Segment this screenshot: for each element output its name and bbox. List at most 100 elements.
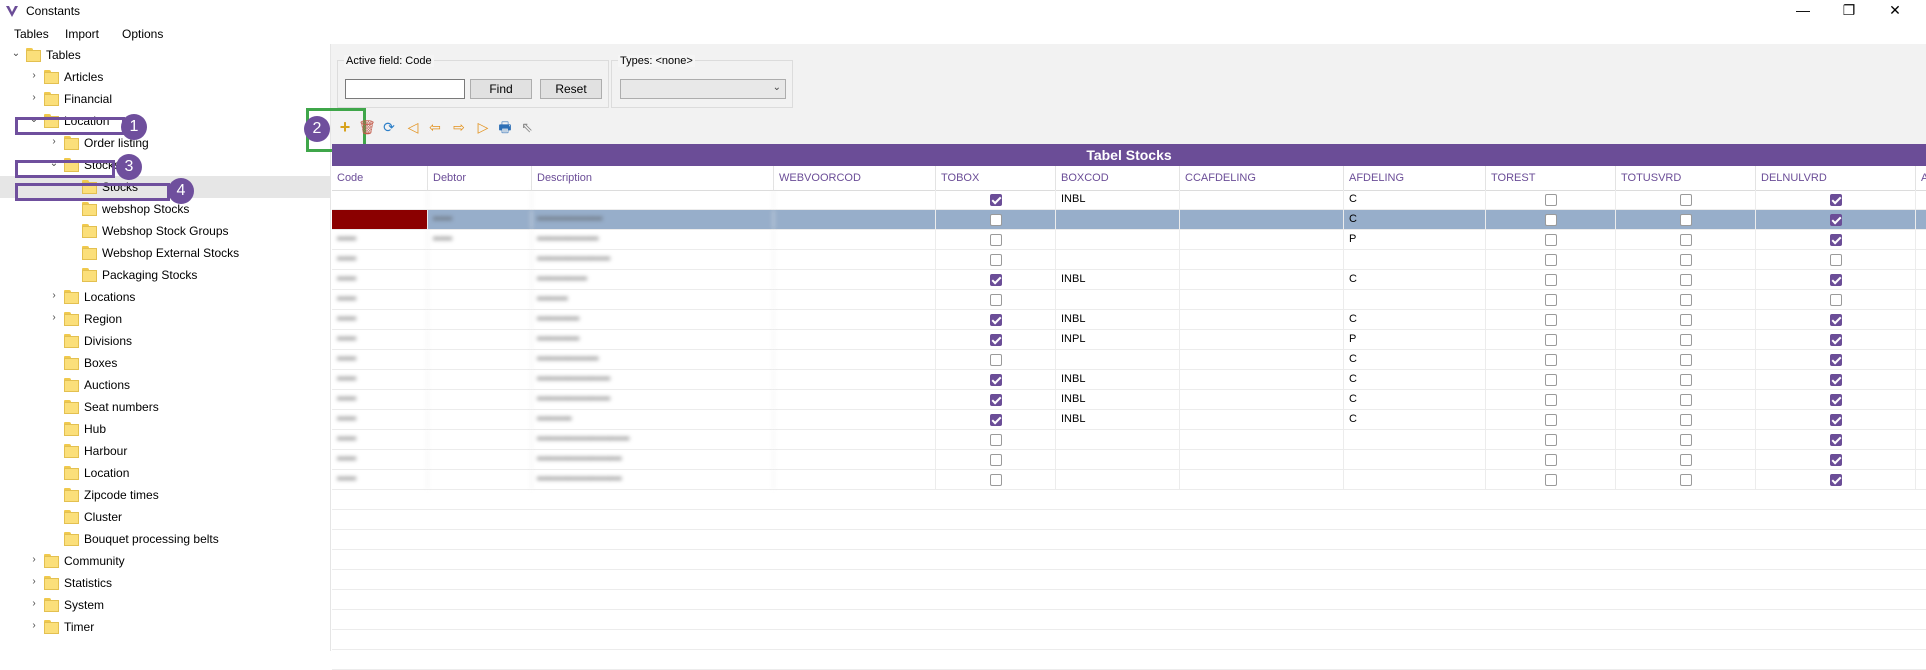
- grid-cell[interactable]: [428, 470, 532, 489]
- grid-cell[interactable]: •••••: [332, 330, 428, 349]
- grid-cell[interactable]: INBL: [1056, 310, 1180, 329]
- grid-cell[interactable]: INPL: [1056, 330, 1180, 349]
- grid-cell[interactable]: [1344, 250, 1486, 269]
- checkbox[interactable]: [1545, 474, 1557, 486]
- tree-item[interactable]: › Statistics: [0, 572, 330, 594]
- menu-tables[interactable]: Tables: [14, 27, 49, 41]
- grid-cell[interactable]: •••••••••••••••••••: [532, 390, 774, 409]
- grid-cell[interactable]: [1180, 290, 1344, 309]
- grid-cell[interactable]: ••••••••••••••••: [532, 230, 774, 249]
- checkbox[interactable]: [990, 254, 1002, 266]
- table-row[interactable]: ••••• •••••••••••••••••••: [332, 250, 1926, 270]
- checkbox[interactable]: [1680, 294, 1692, 306]
- table-row[interactable]: INBL C: [332, 190, 1926, 210]
- grid-cell[interactable]: [428, 310, 532, 329]
- grid-cell[interactable]: ••••••••••••••••••••••••: [532, 430, 774, 449]
- tree-item[interactable]: Packaging Stocks: [0, 264, 330, 286]
- checkbox[interactable]: [990, 294, 1002, 306]
- grid-cell[interactable]: C: [1344, 370, 1486, 389]
- delete-icon[interactable]: 🗑: [358, 118, 376, 136]
- grid-cell[interactable]: [774, 410, 936, 429]
- grid-cell[interactable]: [1180, 210, 1344, 229]
- grid-cell[interactable]: •••••: [332, 210, 428, 229]
- column-header[interactable]: Debtor: [428, 166, 532, 190]
- grid-cell[interactable]: •••••••••••: [532, 310, 774, 329]
- grid-cell[interactable]: •••••••••••••••••••: [532, 370, 774, 389]
- grid-cell[interactable]: [1056, 290, 1180, 309]
- grid-cell[interactable]: [1180, 330, 1344, 349]
- column-header[interactable]: Description: [532, 166, 774, 190]
- grid-cell[interactable]: [1180, 370, 1344, 389]
- tree-item[interactable]: Harbour: [0, 440, 330, 462]
- grid-cell[interactable]: C: [1344, 310, 1486, 329]
- checkbox[interactable]: [1545, 234, 1557, 246]
- grid-cell[interactable]: •••••: [332, 230, 428, 249]
- tree-item[interactable]: Auctions: [0, 374, 330, 396]
- grid-cell[interactable]: •••••••••: [532, 410, 774, 429]
- tree-item[interactable]: Location: [0, 462, 330, 484]
- checkbox[interactable]: [990, 414, 1002, 426]
- chevron-right-icon[interactable]: ›: [28, 598, 40, 610]
- grid-cell[interactable]: [1344, 450, 1486, 469]
- checkbox[interactable]: [990, 354, 1002, 366]
- checkbox[interactable]: [990, 274, 1002, 286]
- prev-icon[interactable]: ⇦: [426, 118, 444, 136]
- checkbox[interactable]: [1680, 474, 1692, 486]
- grid-cell[interactable]: [774, 450, 936, 469]
- checkbox[interactable]: [1830, 414, 1842, 426]
- grid-cell[interactable]: [1180, 350, 1344, 369]
- tree-item[interactable]: › Order listing: [0, 132, 330, 154]
- grid-cell[interactable]: [1180, 390, 1344, 409]
- menu-options[interactable]: Options: [122, 27, 163, 41]
- table-row[interactable]: ••••• ••••••••••••••••••••••••: [332, 430, 1926, 450]
- grid-cell[interactable]: C: [1344, 210, 1486, 229]
- checkbox[interactable]: [1830, 454, 1842, 466]
- grid-cell[interactable]: •••••: [332, 290, 428, 309]
- table-row[interactable]: ••••• ••••••••••••••••••• INBL C: [332, 390, 1926, 410]
- checkbox[interactable]: [1830, 254, 1842, 266]
- grid-cell[interactable]: •••••: [428, 230, 532, 249]
- grid-cell[interactable]: [1056, 450, 1180, 469]
- grid-cell[interactable]: C: [1344, 350, 1486, 369]
- table-row[interactable]: ••••• ••••••••••••• INBL C: [332, 270, 1926, 290]
- tree-item[interactable]: Boxes: [0, 352, 330, 374]
- grid-cell[interactable]: [1180, 410, 1344, 429]
- checkbox[interactable]: [990, 314, 1002, 326]
- column-header[interactable]: TOBOX: [936, 166, 1056, 190]
- checkbox[interactable]: [1545, 454, 1557, 466]
- menu-import[interactable]: Import: [65, 27, 99, 41]
- grid-cell[interactable]: •••••: [332, 250, 428, 269]
- grid-cell[interactable]: [1180, 190, 1344, 209]
- grid-cell[interactable]: •••••: [332, 450, 428, 469]
- grid-cell[interactable]: [774, 370, 936, 389]
- checkbox[interactable]: [990, 474, 1002, 486]
- grid-cell[interactable]: ••••••••••••••••: [532, 350, 774, 369]
- checkbox[interactable]: [1680, 234, 1692, 246]
- grid-cell[interactable]: [428, 190, 532, 209]
- grid-cell[interactable]: •••••••••••••••••: [532, 210, 774, 229]
- checkbox[interactable]: [1545, 414, 1557, 426]
- grid-cell[interactable]: [1180, 450, 1344, 469]
- grid-cell[interactable]: [428, 350, 532, 369]
- checkbox[interactable]: [1830, 334, 1842, 346]
- grid-cell[interactable]: [1180, 250, 1344, 269]
- grid-cell[interactable]: [428, 430, 532, 449]
- checkbox[interactable]: [1545, 434, 1557, 446]
- chevron-right-icon[interactable]: ›: [28, 92, 40, 104]
- table-row[interactable]: ••••• ••••••••••• INPL P: [332, 330, 1926, 350]
- types-select[interactable]: ⌄: [620, 79, 786, 99]
- checkbox[interactable]: [1680, 434, 1692, 446]
- chevron-right-icon[interactable]: ›: [48, 312, 60, 324]
- grid-cell[interactable]: INBL: [1056, 410, 1180, 429]
- grid-cell[interactable]: •••••: [332, 410, 428, 429]
- grid-cell[interactable]: INBL: [1056, 190, 1180, 209]
- checkbox[interactable]: [1545, 354, 1557, 366]
- grid-cell[interactable]: [1056, 210, 1180, 229]
- next-icon[interactable]: ⇨: [450, 118, 468, 136]
- table-row[interactable]: ••••• ••••• ••••••••••••••••• C: [332, 210, 1926, 230]
- tree-item[interactable]: Cluster: [0, 506, 330, 528]
- checkbox[interactable]: [1545, 254, 1557, 266]
- grid-cell[interactable]: [774, 350, 936, 369]
- checkbox[interactable]: [1545, 394, 1557, 406]
- tree-item[interactable]: Zipcode times: [0, 484, 330, 506]
